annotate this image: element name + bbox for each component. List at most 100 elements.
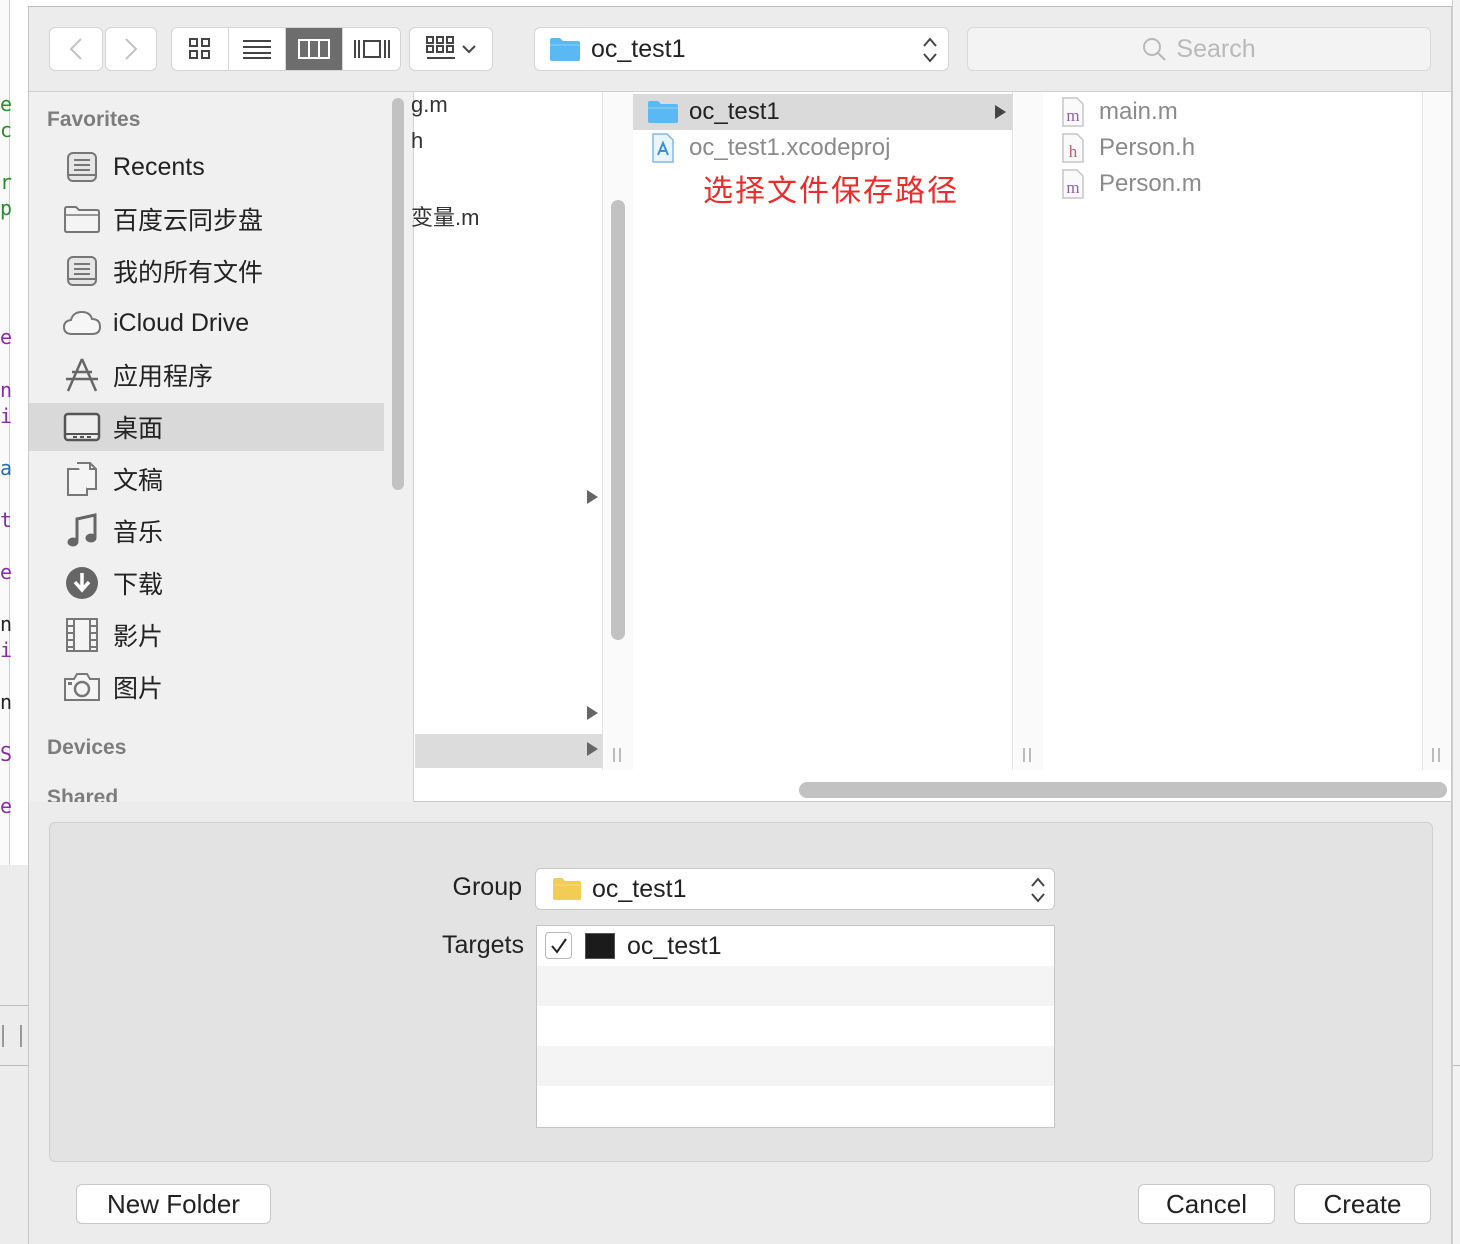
sidebar-item-label: 音乐 [113, 519, 164, 547]
sidebar-item-label: 图片 [113, 675, 164, 703]
sidebar-item-applications[interactable]: 应用程序 [29, 351, 384, 399]
new-folder-button[interactable]: New Folder [76, 1184, 271, 1224]
file-badge: m [1066, 178, 1079, 197]
all-files-icon [63, 252, 101, 290]
folder-icon [647, 97, 679, 127]
updown-arrows-icon [923, 37, 937, 63]
column-resize-handle[interactable] [1023, 748, 1031, 762]
m-file-icon: m [1057, 169, 1089, 199]
group-popup[interactable]: oc_test1 [535, 868, 1055, 910]
sidebar-item-label: 我的所有文件 [113, 259, 264, 287]
file-fragment: h [411, 128, 424, 153]
sidebar-item-movies[interactable]: 影片 [29, 611, 384, 659]
file-fragment: g.m [411, 92, 448, 117]
list-item-xcodeproj[interactable]: oc_test1.xcodeproj [633, 130, 1013, 166]
sidebar-item-recents[interactable]: Recents [29, 143, 384, 191]
sidebar-item-label: iCloud Drive [113, 308, 250, 337]
sidebar-item-all-files[interactable]: 我的所有文件 [29, 247, 384, 295]
column-files: m main.m h Person.h m Person.m [1043, 92, 1423, 770]
sidebar-item-baidu-sync[interactable]: 百度云同步盘 [29, 195, 384, 243]
sidebar-item-label: Recents [113, 152, 205, 181]
target-row[interactable]: oc_test1 [537, 926, 1054, 966]
file-badge: h [1069, 142, 1078, 161]
chevron-down-icon [462, 45, 476, 54]
column-resize-handle[interactable] [1432, 748, 1440, 762]
arrange-button[interactable] [409, 27, 493, 71]
save-dialog: oc_test1 Search Favorites Recents 百度云同步盘 [28, 6, 1452, 1244]
path-popup[interactable]: oc_test1 [534, 27, 949, 71]
disclosure-arrow-icon [587, 706, 598, 720]
target-checkbox[interactable] [545, 932, 572, 959]
item-label: oc_test1 [689, 98, 780, 125]
terminal-app-icon [585, 933, 615, 959]
column-resize-handle[interactable] [613, 748, 621, 762]
column-view-button[interactable] [286, 28, 343, 70]
sidebar-item-label: 百度云同步盘 [113, 207, 264, 235]
target-name: oc_test1 [627, 932, 722, 960]
cover-flow-icon [353, 40, 390, 58]
file-fragment: 变量.m [411, 205, 480, 230]
targets-label: Targets [442, 931, 524, 959]
sidebar-item-downloads[interactable]: 下载 [29, 559, 384, 607]
back-button[interactable] [49, 27, 103, 71]
group-label: Group [452, 873, 522, 901]
column-project: oc_test1 oc_test1.xcodeproj 选择文件保存路径 [633, 92, 1013, 770]
list-icon [243, 40, 271, 59]
item-label: Person.m [1099, 170, 1202, 197]
grid-icon [189, 38, 210, 59]
background-editor-left: e c r p e n i a t e n i n S e [0, 0, 12, 865]
column-gutter [1424, 92, 1451, 770]
horizontal-scrollbar[interactable] [799, 782, 1447, 798]
sidebar-item-music[interactable]: 音乐 [29, 507, 384, 555]
sidebar-item-icloud-drive[interactable]: iCloud Drive [29, 299, 384, 347]
desktop-icon [63, 408, 101, 446]
cover-flow-button[interactable] [343, 28, 400, 70]
folder-icon [550, 38, 580, 61]
updown-arrows-icon [1031, 877, 1045, 903]
column-scrollbar[interactable] [611, 200, 625, 640]
list-item-main-m[interactable]: m main.m [1043, 94, 1423, 130]
sidebar-scrollbar[interactable] [392, 98, 404, 490]
applications-icon [63, 356, 101, 394]
download-icon [63, 564, 101, 602]
column-parent: g.m h 变量.m [411, 92, 603, 770]
recents-icon [63, 148, 101, 186]
list-item-person-m[interactable]: m Person.m [1043, 166, 1423, 202]
shared-header: Shared [47, 786, 119, 802]
sidebar-item-pictures[interactable]: 图片 [29, 663, 384, 711]
empty-row [537, 966, 1054, 1006]
disclosure-arrow-icon [587, 490, 598, 504]
forward-button[interactable] [105, 27, 157, 71]
selected-row[interactable] [415, 734, 603, 768]
toolbar: oc_test1 Search [29, 7, 1451, 92]
sidebar-item-label: 影片 [113, 623, 164, 651]
file-badge: m [1066, 106, 1079, 125]
list-view-button[interactable] [229, 28, 286, 70]
documents-icon [63, 460, 101, 498]
column-gutter [1014, 92, 1043, 770]
sidebar-item-label: 文稿 [113, 467, 164, 495]
sidebar-item-label: 应用程序 [113, 363, 214, 391]
cancel-button[interactable]: Cancel [1138, 1184, 1275, 1224]
search-field[interactable]: Search [967, 27, 1431, 71]
favorites-header: Favorites [47, 108, 141, 131]
checkmark-icon [550, 937, 567, 954]
sidebar-item-desktop[interactable]: 桌面 [29, 403, 384, 451]
icon-view-button[interactable] [172, 28, 229, 70]
item-label: Person.h [1099, 134, 1196, 161]
list-item-person-h[interactable]: h Person.h [1043, 130, 1423, 166]
background-editor-bottom-left [0, 865, 28, 1244]
disclosure-arrow-icon [995, 105, 1006, 119]
h-file-icon: h [1057, 133, 1089, 163]
annotation-text: 选择文件保存路径 [703, 174, 959, 209]
empty-row [537, 1086, 1054, 1126]
m-file-icon: m [1057, 97, 1089, 127]
folder-icon [63, 200, 101, 238]
file-browser: Favorites Recents 百度云同步盘 我的所有文件 iCloud D… [29, 92, 1451, 802]
item-label: oc_test1.xcodeproj [689, 134, 891, 161]
folder-icon [553, 878, 581, 900]
sidebar-item-documents[interactable]: 文稿 [29, 455, 384, 503]
list-item-oc-test1-folder[interactable]: oc_test1 [633, 94, 1013, 130]
create-button[interactable]: Create [1294, 1184, 1431, 1224]
view-mode-control [171, 27, 401, 71]
